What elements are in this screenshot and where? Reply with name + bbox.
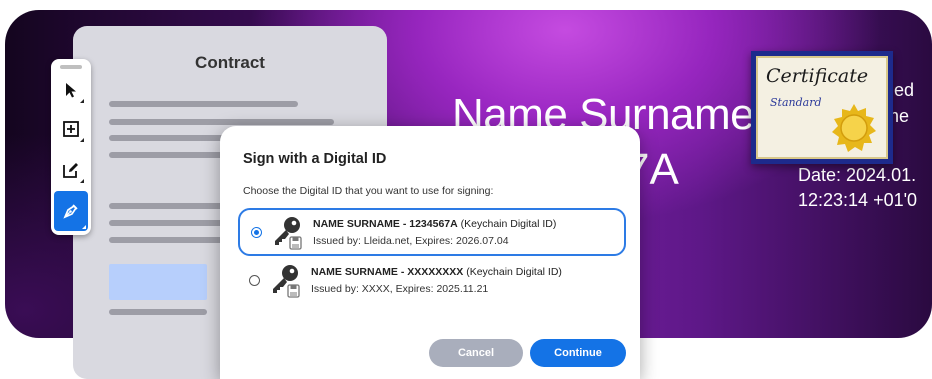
signature-field[interactable] [109, 264, 207, 300]
cancel-button[interactable]: Cancel [429, 339, 523, 367]
drag-handle[interactable] [60, 65, 82, 69]
edit-tool-button[interactable] [56, 155, 86, 185]
fountain-pen-icon [63, 204, 78, 219]
dialog-description: Choose the Digital ID that you want to u… [243, 185, 494, 197]
select-tool-button[interactable] [56, 75, 86, 105]
radio-button-selected[interactable] [251, 227, 262, 238]
gold-seal-icon [832, 104, 876, 152]
certificate-badge: Certificate Standard [751, 51, 893, 164]
digital-id-option[interactable]: NAME SURNAME - 1234567A (Keychain Digita… [238, 208, 626, 256]
digital-id-details: Issued by: XXXX, Expires: 2025.11.21 [311, 283, 489, 295]
edit-pencil-icon [63, 163, 78, 178]
digital-id-dialog: Sign with a Digital ID Choose the Digita… [220, 126, 640, 379]
cursor-arrow-icon [66, 83, 76, 98]
dialog-title: Sign with a Digital ID [243, 151, 387, 167]
keychain-key-icon [275, 217, 302, 250]
text-line [109, 309, 207, 315]
tools-panel [51, 59, 91, 235]
document-title: Contract [195, 53, 265, 72]
keychain-key-icon [273, 265, 300, 298]
add-box-icon [63, 121, 79, 137]
signature-date-line: Date: 2024.01. [798, 165, 917, 185]
continue-button[interactable]: Continue [530, 339, 626, 367]
radio-button[interactable] [249, 275, 260, 286]
digital-id-title: NAME SURNAME - 1234567A (Keychain Digita… [313, 218, 557, 230]
certificate-subtitle: Standard [770, 96, 822, 109]
digital-id-details: Issued by: Lleida.net, Expires: 2026.07.… [313, 235, 509, 247]
certificate-title: Certificate [766, 65, 869, 87]
digital-id-option[interactable]: NAME SURNAME - XXXXXXXX (Keychain Digita… [238, 258, 626, 306]
sign-tool-button[interactable] [54, 191, 88, 231]
signature-time-line: 12:23:14 +01'0 [798, 190, 918, 210]
digital-id-title: NAME SURNAME - XXXXXXXX (Keychain Digita… [311, 266, 562, 278]
text-line [109, 119, 334, 125]
add-text-tool-button[interactable] [56, 114, 86, 144]
text-line [109, 101, 298, 107]
